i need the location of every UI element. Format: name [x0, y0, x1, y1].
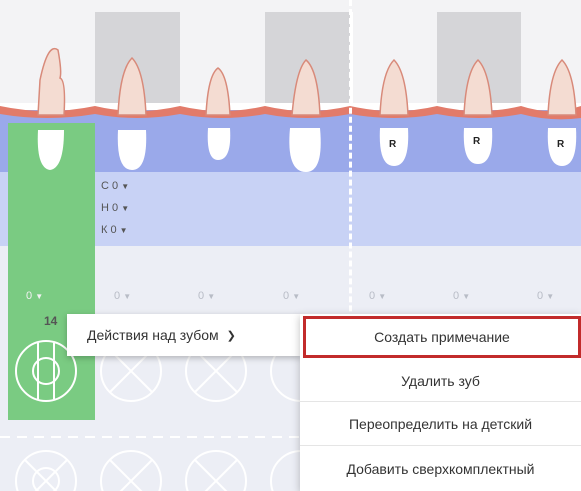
code-k-select[interactable]: К 0 ▼	[101, 224, 128, 236]
tooth-crown-icon	[207, 128, 231, 160]
chevron-down-icon: ▼	[35, 292, 44, 301]
tooth-surface-icon	[15, 450, 77, 491]
mobility-select[interactable]: 0 ▼	[537, 290, 554, 302]
tooth-root-icon	[291, 58, 321, 116]
chevron-down-icon: ▼	[207, 292, 216, 301]
add-supernumerary-menu-item[interactable]: Добавить сверхкомплектный	[300, 446, 581, 491]
tooth-surface-icon	[100, 450, 162, 491]
tooth-mark-r: R	[557, 139, 565, 150]
chevron-down-icon: ▼	[546, 292, 555, 301]
chevron-down-icon: ▼	[462, 292, 471, 301]
mobility-select[interactable]: 0 ▼	[369, 290, 386, 302]
mobility-select[interactable]: 0 ▼	[26, 290, 43, 302]
tooth-crown-icon	[37, 130, 64, 170]
mobility-select[interactable]: 0 ▼	[283, 290, 300, 302]
chevron-down-icon: ▼	[121, 204, 130, 213]
teeth-graphics	[37, 47, 577, 172]
chevron-down-icon: ▼	[378, 292, 387, 301]
tooth-surface-icon	[185, 450, 247, 491]
tooth-mark-r: R	[389, 139, 397, 150]
chevron-down-icon: ▼	[292, 292, 301, 301]
tooth-root-icon	[205, 67, 231, 116]
tooth-mark-r: R	[473, 136, 481, 147]
tooth-root-icon	[379, 58, 409, 116]
mobility-select[interactable]: 0 ▼	[453, 290, 470, 302]
redefine-as-primary-menu-item[interactable]: Переопределить на детский	[300, 402, 581, 446]
tooth-actions-label: Действия над зубом	[87, 327, 219, 343]
tooth-crown-icon	[117, 130, 147, 170]
create-note-menu-item[interactable]: Создать примечание	[303, 316, 581, 358]
tooth-actions-menu-item[interactable]: Действия над зубом ❯	[67, 314, 301, 356]
tooth-root-icon	[37, 47, 66, 116]
chevron-down-icon: ▼	[119, 226, 128, 235]
chevron-down-icon: ▼	[123, 292, 132, 301]
mobility-select[interactable]: 0 ▼	[114, 290, 131, 302]
mobility-select[interactable]: 0 ▼	[198, 290, 215, 302]
delete-tooth-menu-item[interactable]: Удалить зуб	[300, 360, 581, 402]
tooth-root-icon	[463, 58, 493, 116]
chevron-down-icon: ▼	[121, 182, 130, 191]
tooth-root-icon	[547, 58, 577, 116]
code-h-select[interactable]: Н 0 ▼	[101, 202, 129, 214]
tooth-root-icon	[117, 56, 147, 116]
tooth-crown-icon	[289, 128, 321, 172]
code-c-select[interactable]: С 0 ▼	[101, 180, 129, 192]
chevron-right-icon: ❯	[226, 329, 236, 342]
